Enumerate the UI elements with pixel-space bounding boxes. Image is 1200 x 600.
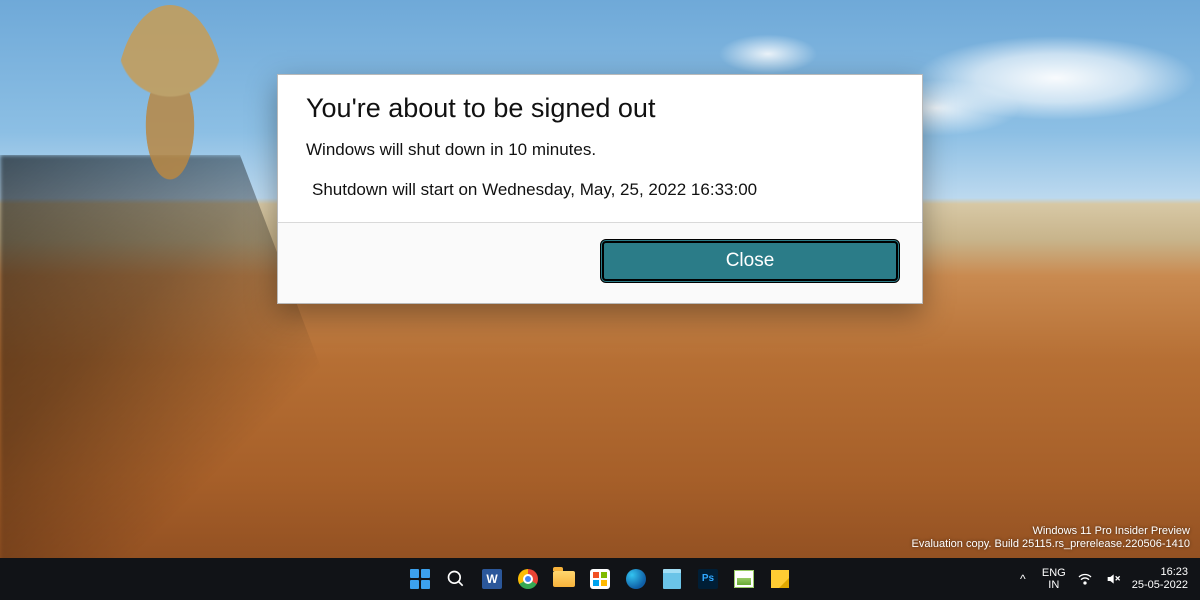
photoshop-icon[interactable]: Ps xyxy=(693,564,723,594)
close-button[interactable]: Close xyxy=(600,239,900,283)
notepad-icon[interactable] xyxy=(657,564,687,594)
language-code-bottom: IN xyxy=(1042,579,1066,591)
dialog-message-primary: Windows will shut down in 10 minutes. xyxy=(306,140,894,160)
taskbar: W Ps ^ ENG IN 16:23 25-05-2022 xyxy=(0,558,1200,600)
taskbar-clock[interactable]: 16:23 25-05-2022 xyxy=(1132,566,1194,592)
clock-time: 16:23 xyxy=(1132,566,1188,579)
dialog-title: You're about to be signed out xyxy=(306,93,894,124)
volume-muted-icon[interactable] xyxy=(1104,570,1122,588)
tray-overflow-icon[interactable]: ^ xyxy=(1014,570,1032,588)
chrome-icon[interactable] xyxy=(513,564,543,594)
word-icon[interactable]: W xyxy=(477,564,507,594)
dialog-message-secondary: Shutdown will start on Wednesday, May, 2… xyxy=(306,180,894,200)
photo-viewer-icon[interactable] xyxy=(729,564,759,594)
edge-icon[interactable] xyxy=(621,564,651,594)
wifi-icon[interactable] xyxy=(1076,570,1094,588)
start-icon[interactable] xyxy=(405,564,435,594)
clock-date: 25-05-2022 xyxy=(1132,579,1188,592)
language-switcher[interactable]: ENG IN xyxy=(1042,567,1066,591)
file-explorer-icon[interactable] xyxy=(549,564,579,594)
dialog-footer: Close xyxy=(278,222,922,303)
taskbar-center-icons: W Ps xyxy=(405,564,795,594)
microsoft-store-icon[interactable] xyxy=(585,564,615,594)
search-icon[interactable] xyxy=(441,564,471,594)
sticky-notes-icon[interactable] xyxy=(765,564,795,594)
taskbar-system-tray: ^ ENG IN 16:23 25-05-2022 xyxy=(1014,558,1194,600)
shutdown-dialog: You're about to be signed out Windows wi… xyxy=(277,74,923,304)
language-code-top: ENG xyxy=(1042,567,1066,579)
